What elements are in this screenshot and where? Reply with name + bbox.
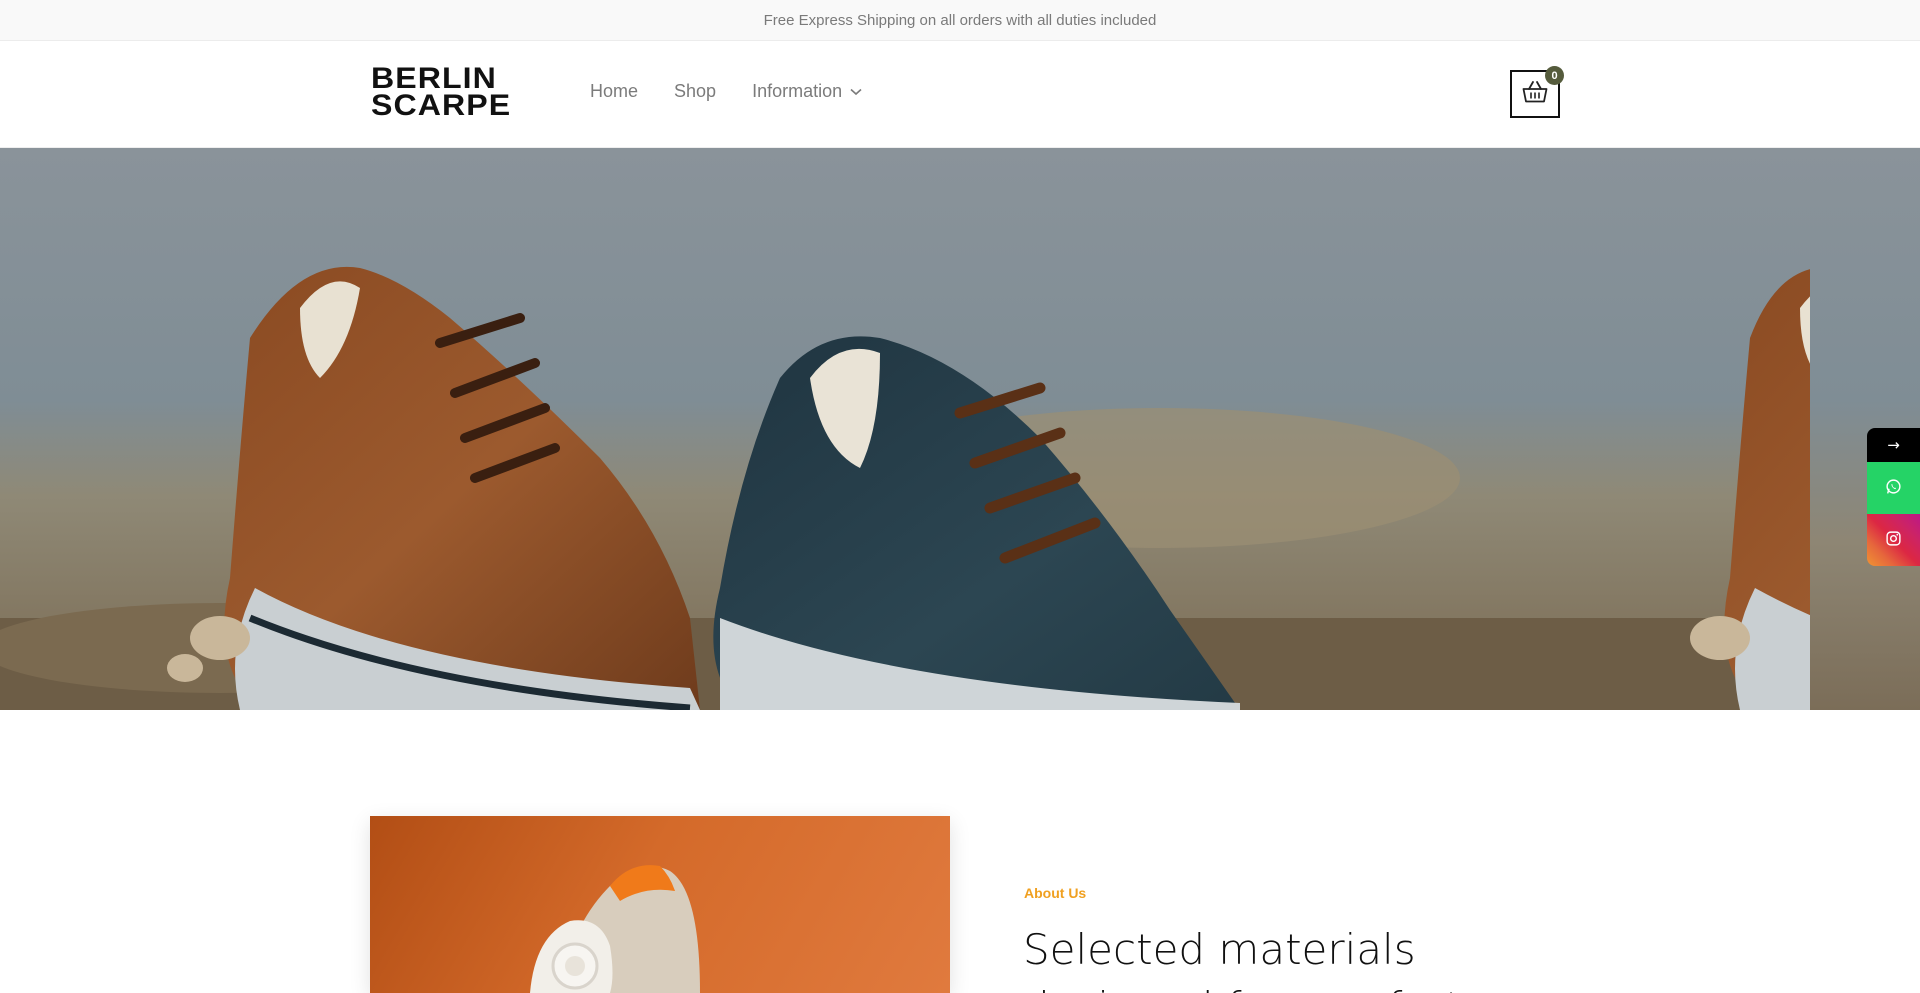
nav-shop[interactable]: Shop (674, 81, 716, 102)
logo[interactable]: BERLIN SCARPE (371, 62, 532, 123)
nav-home[interactable]: Home (590, 81, 638, 102)
announcement-bar: Free Express Shipping on all orders with… (0, 0, 1920, 41)
about-heading: Selected materials designed for comfort (1023, 921, 1543, 993)
nav-shop-label: Shop (674, 81, 717, 101)
nav-information-label: Information (752, 81, 843, 101)
nav-information[interactable]: Information (752, 81, 862, 102)
logo-line-2: SCARPE (371, 89, 512, 122)
hero-slide (0, 148, 1500, 710)
main-nav: Home Shop Information (590, 81, 898, 102)
hero-slider[interactable] (0, 148, 1920, 710)
whatsapp-button[interactable] (1867, 462, 1920, 514)
about-image (370, 816, 950, 993)
cart-button[interactable]: 0 (1510, 66, 1564, 118)
instagram-button[interactable] (1867, 514, 1920, 566)
about-label: About Us (1024, 885, 1087, 901)
basket-icon (1522, 81, 1548, 107)
logo-line-1: BERLIN (371, 62, 497, 95)
site-header: BERLIN SCARPE Home Shop Information 0 (0, 41, 1920, 148)
cart-count-badge: 0 (1545, 66, 1564, 85)
side-toggle-button[interactable]: → (1867, 428, 1920, 462)
chevron-down-icon (850, 88, 862, 96)
about-heading-line-1: Selected materials (1023, 925, 1416, 974)
instagram-icon (1885, 530, 1902, 551)
about-heading-line-2: designed for comfort (1023, 979, 1543, 993)
arrow-right-icon: → (1887, 436, 1900, 454)
announcement-text: Free Express Shipping on all orders with… (763, 11, 1157, 29)
hero-slide-next (1500, 148, 1920, 710)
whatsapp-icon (1885, 478, 1902, 499)
nav-home-label: Home (590, 81, 639, 101)
